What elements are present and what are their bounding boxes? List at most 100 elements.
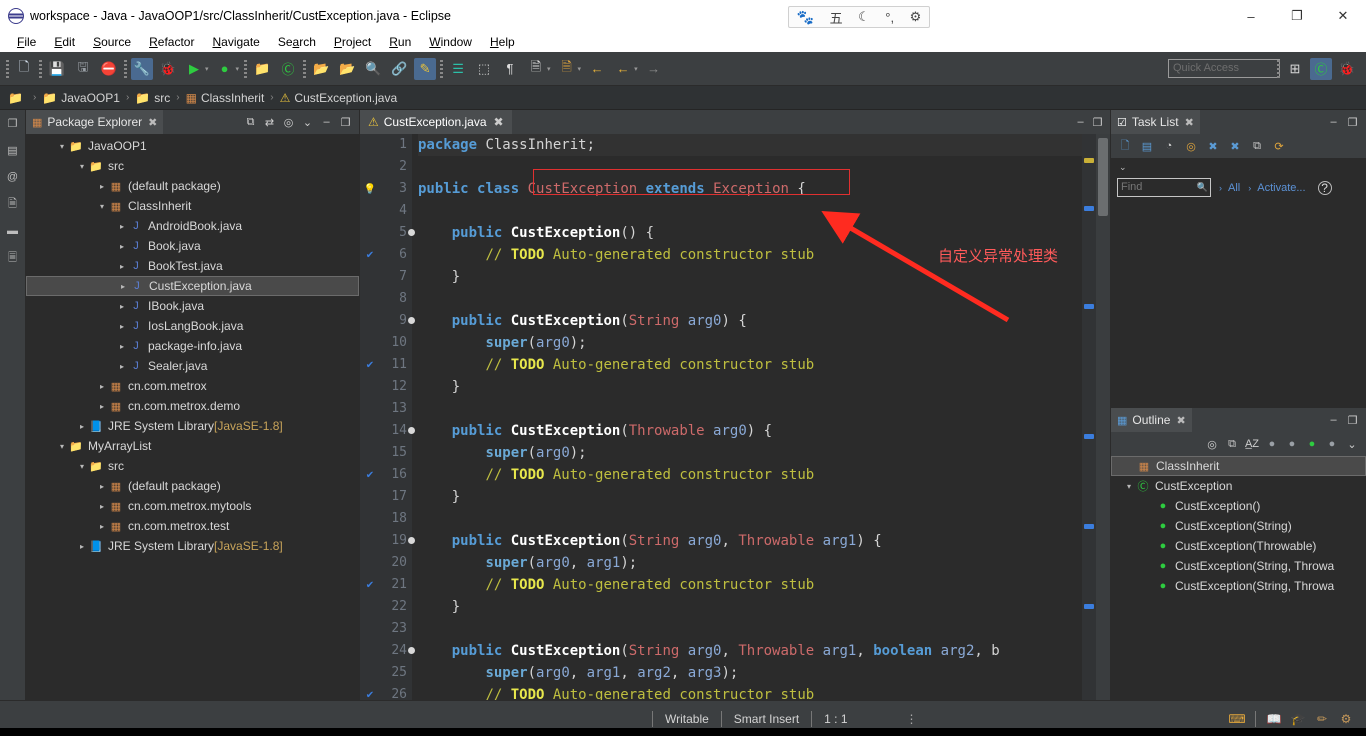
chevron-right-icon[interactable]: ▸	[96, 522, 108, 531]
tree-row[interactable]: ▸ J AndroidBook.java	[26, 216, 359, 236]
tree-row[interactable]: ▸ J IosLangBook.java	[26, 316, 359, 336]
coverage-icon[interactable]: ●	[214, 58, 236, 80]
hide-static-fields-icon[interactable]: ●	[1282, 435, 1302, 454]
quick-access-input[interactable]: Quick Access	[1168, 59, 1280, 78]
maximize-view-icon[interactable]: ❐	[1344, 114, 1361, 131]
focus-on-workweek-icon[interactable]: ◎	[1181, 137, 1201, 156]
ime-moon-icon[interactable]: ☾	[858, 9, 870, 25]
categorized-presentation-icon[interactable]: ▤	[1137, 137, 1157, 156]
collapse-all-icon[interactable]: ✖	[1203, 137, 1223, 156]
search-icon[interactable]: 🔍	[362, 58, 384, 80]
annotation-gutter[interactable]: 💡 ✔ ✔ ✔ ✔ ✔	[360, 134, 380, 700]
chevron-right-icon[interactable]: ▸	[116, 342, 128, 351]
tree-row[interactable]: ▸ J BookTest.java	[26, 256, 359, 276]
maximize-view-icon[interactable]: ❐	[1344, 412, 1361, 429]
menu-item-file[interactable]: File	[8, 35, 45, 49]
tab-custexception-java[interactable]: ⚠ CustException.java ✖	[360, 110, 512, 134]
new-task-icon[interactable]: 🗋	[1115, 137, 1135, 156]
pencil-icon[interactable]: ✏	[1310, 709, 1334, 729]
tree-row[interactable]: ▾ 📁 JavaOOP1	[26, 136, 359, 156]
tree-row[interactable]: ▾ Ⓒ CustException	[1111, 476, 1366, 496]
status-overflow-icon[interactable]: ⋮	[906, 712, 918, 726]
tab-package-explorer[interactable]: ▦ Package Explorer ✖	[26, 110, 164, 134]
expand-all-icon[interactable]: ✖	[1225, 137, 1245, 156]
code-line[interactable]	[418, 618, 1082, 640]
todo-task-icon[interactable]: ✔	[360, 464, 380, 486]
view-menu-icon[interactable]: ⌄	[299, 114, 316, 131]
debug-icon[interactable]: 🐞	[157, 58, 179, 80]
code-line[interactable]: // TODO Auto-generated constructor stub	[418, 464, 1082, 486]
code-line[interactable]: public CustException() {	[418, 222, 1082, 244]
tree-row[interactable]: ▸ ▦ (default package)	[26, 476, 359, 496]
hide-fields-icon[interactable]: ●	[1262, 435, 1282, 454]
chevron-right-icon[interactable]: ▸	[96, 482, 108, 491]
breadcrumb-item-src[interactable]: 📁 src	[135, 91, 170, 105]
chevron-right-icon[interactable]: ▸	[116, 262, 128, 271]
chevron-down-icon[interactable]: ▾	[56, 142, 68, 151]
menu-item-source[interactable]: Source	[84, 35, 140, 49]
code-line[interactable]: }	[418, 266, 1082, 288]
back-history-blue-icon[interactable]: ←	[586, 58, 608, 80]
sort-icon[interactable]: A̲Z	[1242, 435, 1262, 454]
close-icon[interactable]: ✖	[148, 116, 157, 129]
close-button[interactable]: ✕	[1320, 0, 1366, 32]
run-icon[interactable]: ▶	[183, 58, 205, 80]
menu-item-search[interactable]: Search	[269, 35, 325, 49]
code-line[interactable]: public CustException(String arg0, Throwa…	[418, 530, 1082, 552]
previous-edit-location-icon[interactable]: 🗎	[556, 58, 578, 80]
project-tree[interactable]: ▾ 📁 JavaOOP1 ▾ 📁 src ▸ ▦ (default package) ▾ ▦ Clas…	[26, 134, 359, 700]
quick-fix-bulb-icon[interactable]: 💡	[360, 178, 380, 200]
code-line[interactable]: package ClassInherit;	[418, 134, 1082, 156]
tree-row[interactable]: ▸ ▦ cn.com.metrox.test	[26, 516, 359, 536]
chevron-down-icon[interactable]: ▾	[96, 202, 108, 211]
maximize-button[interactable]: ❐	[1274, 0, 1320, 32]
breadcrumb-item-root[interactable]: 📁	[8, 91, 27, 105]
restore-tasks-icon[interactable]: ⧉	[1247, 137, 1267, 156]
tab-outline[interactable]: ▦ Outline ✖	[1111, 408, 1192, 432]
package-explorer-mini-icon[interactable]: ▤	[4, 141, 22, 159]
code-line[interactable]: super(arg0, arg1, arg2, arg3);	[418, 662, 1082, 684]
chevron-right-icon[interactable]: ▸	[116, 362, 128, 371]
code-line[interactable]: public CustException(String arg0) {	[418, 310, 1082, 332]
overview-ruler[interactable]	[1082, 134, 1096, 700]
hide-non-public-icon[interactable]: ●	[1302, 435, 1322, 454]
javadoc-mini-icon[interactable]: @	[4, 168, 22, 186]
tree-row[interactable]: ▸ ▦ (default package)	[26, 176, 359, 196]
help-icon[interactable]: ?	[1317, 180, 1332, 195]
tree-row[interactable]: ● CustException(String, Throwa	[1111, 576, 1366, 596]
search-icon[interactable]: 🔍	[1197, 179, 1210, 196]
chevron-right-icon[interactable]: ▸	[117, 282, 129, 291]
tree-row[interactable]: ▸ Jpackage-info.java	[26, 336, 359, 356]
toolbar-grip[interactable]	[244, 59, 248, 78]
ime-gear-icon[interactable]: ⚙	[910, 9, 922, 25]
chevron-down-icon[interactable]: ▾	[76, 162, 88, 171]
link-all[interactable]: All	[1228, 182, 1240, 194]
open-task-icon[interactable]: 📂	[336, 58, 358, 80]
tree-row[interactable]: ● CustException()	[1111, 496, 1366, 516]
overview-marker[interactable]	[1084, 604, 1094, 609]
focus-on-active-task-icon[interactable]: ◎	[1202, 435, 1222, 454]
chevron-down-icon[interactable]: ▾	[578, 65, 582, 73]
tree-row[interactable]: ▾ 📁 src	[26, 156, 359, 176]
code-line[interactable]: }	[418, 376, 1082, 398]
edit-pencil-icon[interactable]: ✎	[414, 57, 437, 80]
overview-marker[interactable]	[1084, 206, 1094, 211]
menu-item-project[interactable]: Project	[325, 35, 380, 49]
overview-marker[interactable]	[1084, 434, 1094, 439]
minimize-button[interactable]: –	[1228, 0, 1274, 32]
code-line[interactable]: public CustException(String arg0, Throwa…	[418, 640, 1082, 662]
keyboard-layout-icon[interactable]: ⌨	[1225, 709, 1249, 729]
menu-item-navigate[interactable]: Navigate	[203, 35, 268, 49]
maximize-editor-icon[interactable]: ❐	[1089, 114, 1106, 131]
tree-row[interactable]: ▸ 📘 JRE System Library [JavaSE-1.8]	[26, 536, 359, 556]
show-whitespace-icon[interactable]: ¶	[499, 58, 521, 80]
todo-task-icon[interactable]: ✔	[360, 244, 380, 266]
no-build-icon[interactable]: ⛔	[98, 58, 120, 80]
link-editor-icon[interactable]: 🔗	[388, 58, 410, 80]
code-line[interactable]: }	[418, 486, 1082, 508]
chevron-down-icon[interactable]: ▾	[634, 65, 638, 73]
find-input[interactable]: Find 🔍	[1117, 178, 1211, 197]
code-line[interactable]: super(arg0, arg1);	[418, 552, 1082, 574]
ime-paw-icon[interactable]: 🐾	[797, 9, 814, 26]
external-tools-icon[interactable]: 🔧	[131, 57, 153, 80]
